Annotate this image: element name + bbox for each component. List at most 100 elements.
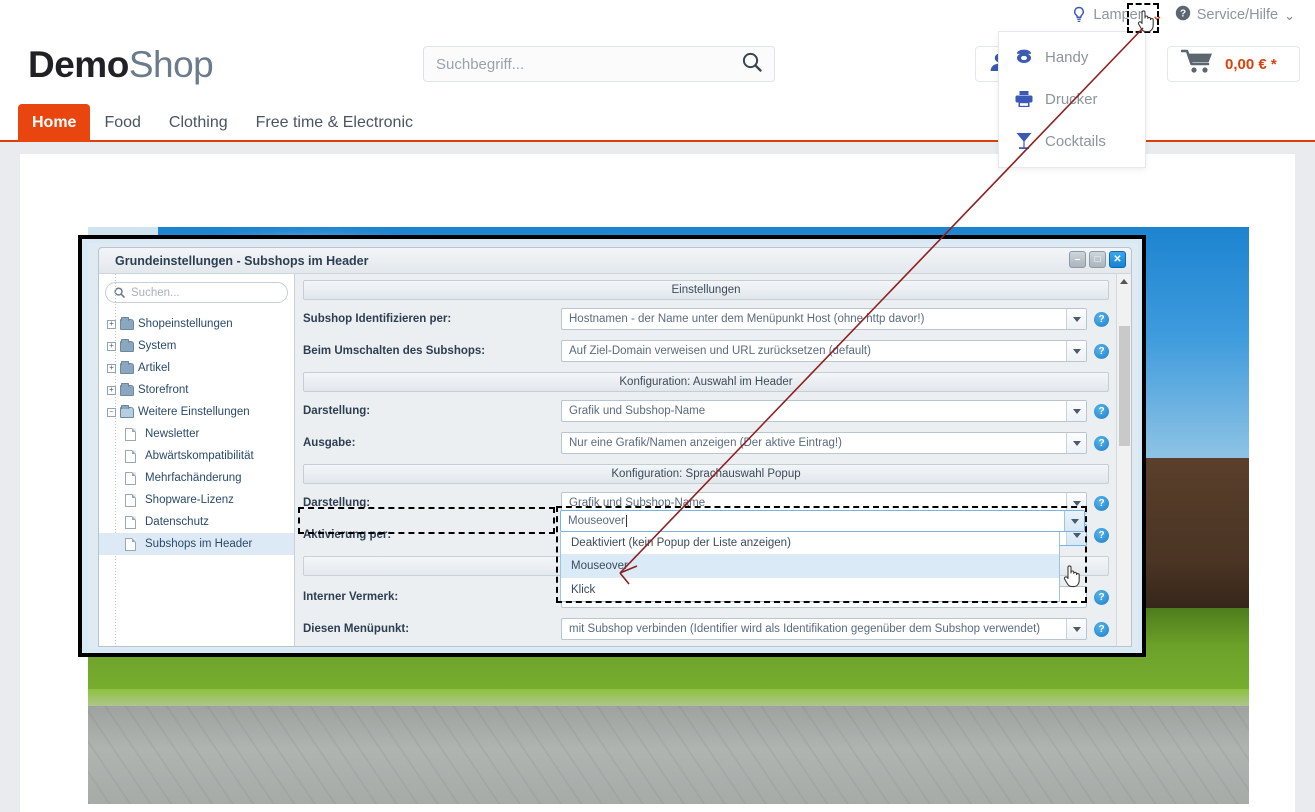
- collapser-icon[interactable]: –: [107, 407, 116, 417]
- tree-item-mehrfachaenderung[interactable]: Mehrfachänderung: [99, 467, 294, 489]
- chevron-down-icon[interactable]: [1066, 309, 1086, 329]
- field-label: Diesen Menüpunkt:: [303, 623, 410, 635]
- search-box[interactable]: [423, 46, 775, 82]
- expander-icon[interactable]: +: [107, 385, 116, 395]
- topbar-service-label: Service/Hilfe: [1196, 7, 1279, 23]
- chevron-down-icon[interactable]: [1066, 401, 1086, 421]
- tree-item-label: Shopware-Lizenz: [145, 494, 234, 506]
- tree-item-system[interactable]: + System: [99, 335, 294, 357]
- tree-item-datenschutz[interactable]: Datenschutz: [99, 511, 294, 533]
- lampen-menu-label: Drucker: [1045, 90, 1098, 108]
- form-vertical-scrollbar[interactable]: [1116, 274, 1131, 646]
- lampen-menu-label: Cocktails: [1045, 132, 1106, 150]
- tree-item-label: Newsletter: [145, 428, 200, 440]
- expander-icon[interactable]: +: [107, 341, 116, 351]
- field-row-darstellung-header: Darstellung: Grafik und Subshop-Name ?: [303, 400, 1109, 422]
- tree-item-shopware-lizenz[interactable]: Shopware-Lizenz: [99, 489, 294, 511]
- nav-item-home[interactable]: Home: [18, 104, 91, 142]
- tree-item-shopeinstellungen[interactable]: + Shopeinstellungen: [99, 313, 294, 335]
- lampen-dropdown-menu[interactable]: Handy Drucker Cocktails: [998, 31, 1146, 168]
- tree-item-label: Shopeinstellungen: [138, 318, 233, 330]
- help-icon[interactable]: ?: [1094, 403, 1109, 419]
- folder-icon: [120, 382, 134, 396]
- nav-item-food[interactable]: Food: [90, 104, 154, 142]
- tree-item-abwaertskompatibilitaet[interactable]: Abwärtskompatibilität: [99, 445, 294, 467]
- tree-item-weitere-einstellungen[interactable]: – Weitere Einstellungen: [99, 401, 294, 423]
- subshop-identifizieren-select[interactable]: Hostnamen - der Name unter dem Menüpunkt…: [561, 308, 1087, 330]
- tree-item-newsletter[interactable]: Newsletter: [99, 423, 294, 445]
- field-label: Beim Umschalten des Subshops:: [303, 345, 486, 357]
- help-icon[interactable]: ?: [1094, 527, 1109, 543]
- lampen-menu-item-cocktails[interactable]: Cocktails: [999, 120, 1145, 162]
- tree-search-placeholder: Suchen...: [131, 286, 180, 299]
- maximize-button[interactable]: □: [1089, 251, 1106, 268]
- chevron-down-icon[interactable]: [1066, 433, 1086, 453]
- search-icon[interactable]: [740, 50, 764, 79]
- help-icon[interactable]: ?: [1094, 311, 1109, 327]
- logo-bold: Demo: [28, 44, 129, 85]
- settings-tree: + Shopeinstellungen + System + Artikel + Sto…: [99, 274, 294, 646]
- tree-item-label: Mehrfachänderung: [145, 472, 242, 484]
- lightbulb-icon: [1071, 6, 1087, 24]
- tree-item-label: Abwärtskompatibilität: [145, 450, 254, 462]
- cart-amount: 0,00 € *: [1225, 55, 1277, 73]
- question-circle-icon: ?: [1175, 5, 1191, 25]
- nav-label: Free time & Electronic: [255, 114, 414, 131]
- topbar-service[interactable]: ? Service/Hilfe ⌄: [1169, 5, 1301, 25]
- folder-open-icon: [120, 404, 134, 418]
- lampen-menu-item-drucker[interactable]: Drucker: [999, 78, 1145, 120]
- top-utility-bar: Lampen ⌄ ? Service/Hilfe ⌄: [0, 0, 1315, 30]
- chevron-down-icon[interactable]: ⌄: [1284, 9, 1295, 22]
- file-icon: [125, 449, 136, 463]
- svg-text:?: ?: [1180, 9, 1186, 20]
- nav-item-clothing[interactable]: Clothing: [155, 104, 242, 142]
- cart-button[interactable]: 0,00 € *: [1167, 46, 1300, 82]
- admin-window-titlebar[interactable]: Grundeinstellungen - Subshops im Header …: [98, 247, 1132, 273]
- shop-logo[interactable]: DemoShop: [28, 44, 214, 86]
- field-value: Grafik und Subshop-Name: [569, 405, 706, 417]
- nav-label: Home: [32, 114, 77, 131]
- nav-label: Food: [104, 114, 141, 131]
- tree-item-label: Storefront: [138, 384, 189, 396]
- search-input[interactable]: [434, 54, 740, 74]
- file-icon: [125, 537, 136, 551]
- folder-icon: [120, 338, 134, 352]
- field-value: Hostnamen - der Name unter dem Menüpunkt…: [569, 313, 925, 325]
- section-header-auswahl-im-header: Konfiguration: Auswahl im Header: [303, 372, 1109, 392]
- help-icon[interactable]: ?: [1094, 589, 1109, 605]
- help-icon[interactable]: ?: [1094, 621, 1109, 637]
- lampen-chevron-hotspot[interactable]: [1127, 3, 1159, 33]
- help-icon[interactable]: ?: [1094, 495, 1109, 511]
- darstellung-header-select[interactable]: Grafik und Subshop-Name: [561, 400, 1087, 422]
- expander-icon[interactable]: +: [107, 319, 116, 329]
- beim-umschalten-select[interactable]: Auf Ziel-Domain verweisen und URL zurück…: [561, 340, 1087, 362]
- field-row-diesen-menuepunkt: Diesen Menüpunkt: mit Subshop verbinden …: [303, 618, 1109, 640]
- admin-window-title: Grundeinstellungen - Subshops im Header: [115, 253, 369, 268]
- help-icon[interactable]: ?: [1094, 435, 1109, 451]
- logo-light: Shop: [128, 44, 214, 85]
- close-button[interactable]: ✕: [1109, 251, 1126, 268]
- tree-item-artikel[interactable]: + Artikel: [99, 357, 294, 379]
- tree-item-subshops-im-header[interactable]: Subshops im Header: [99, 533, 294, 555]
- field-value: mit Subshop verbinden (Identifier wird a…: [569, 623, 1041, 635]
- folder-icon: [120, 360, 134, 374]
- minimize-button[interactable]: –: [1069, 251, 1086, 268]
- nav-item-free-time-electronic[interactable]: Free time & Electronic: [242, 104, 427, 142]
- tree-item-storefront[interactable]: + Storefront: [99, 379, 294, 401]
- chevron-down-icon[interactable]: [1066, 619, 1086, 639]
- lampen-menu-item-handy[interactable]: Handy: [999, 36, 1145, 78]
- chevron-down-icon[interactable]: [1066, 341, 1086, 361]
- settings-tree-panel: Suchen... + Shopeinstellungen + System + Ar…: [99, 274, 295, 646]
- expander-icon[interactable]: +: [107, 363, 116, 373]
- phone-icon: [1013, 46, 1035, 68]
- help-icon[interactable]: ?: [1094, 343, 1109, 359]
- ausgabe-select[interactable]: Nur eine Grafik/Namen anzeigen (Der akti…: [561, 432, 1087, 454]
- nav-label: Clothing: [168, 114, 228, 131]
- tree-item-label: Datenschutz: [145, 516, 209, 528]
- scrollbar-thumb[interactable]: [1119, 326, 1130, 446]
- scroll-up-arrow-icon[interactable]: [1117, 274, 1131, 288]
- dropdown-highlight-box: [556, 506, 1087, 603]
- window-controls: – □ ✕: [1069, 251, 1126, 268]
- diesen-menuepunkt-select[interactable]: mit Subshop verbinden (Identifier wird a…: [561, 618, 1087, 640]
- tree-search-box[interactable]: Suchen...: [105, 282, 288, 303]
